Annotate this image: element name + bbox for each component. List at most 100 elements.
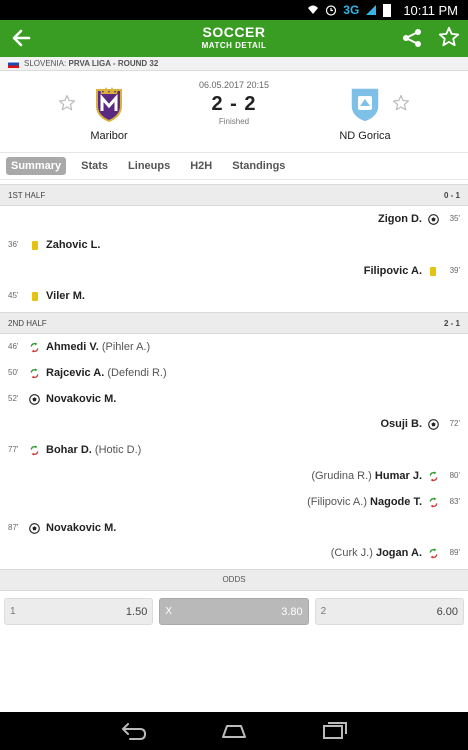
incident-player: Viler M. <box>46 290 85 302</box>
battery-icon <box>383 3 392 17</box>
odds-away-win[interactable]: 2 6.00 <box>314 598 464 625</box>
incident-player: Ahmedi V. (Pihler A.) <box>46 341 150 353</box>
incident-row[interactable]: 35' Zigon D. <box>0 207 468 233</box>
player-name: Novakovic M. <box>46 521 117 534</box>
home-team-name[interactable]: Maribor <box>49 130 169 142</box>
incident-row[interactable]: 52' Novakovic M. <box>0 387 468 413</box>
incident-minute: 83' <box>449 496 460 506</box>
incident-player: Zigon D. <box>378 213 422 225</box>
incident-player: Novakovic M. <box>46 393 116 405</box>
goal-ball-icon <box>428 214 439 225</box>
nav-home-icon[interactable] <box>219 721 249 741</box>
tab-standings[interactable]: Standings <box>227 157 290 175</box>
tab-lineups[interactable]: Lineups <box>123 157 175 175</box>
yellow-card-icon <box>430 266 436 276</box>
away-team-name[interactable]: ND Gorica <box>305 130 425 142</box>
incident-row[interactable]: 36' Zahovic L. <box>0 233 468 259</box>
odds-value: 6.00 <box>436 605 458 618</box>
player-name: Jogan A. <box>375 547 422 560</box>
player-name: Osuji B. <box>380 418 422 431</box>
incident-player: Zahovic L. <box>46 239 100 251</box>
odds-key: 2 <box>320 606 327 617</box>
first-half-label: 1ST HALF <box>8 190 46 200</box>
incident-row[interactable]: 77' Bohar D. (Hotic D.) <box>0 438 468 464</box>
goal-ball-icon <box>428 419 439 431</box>
incident-player: (Curk J.) Jogan A. <box>331 547 422 559</box>
second-half-score: 2 - 1 <box>443 318 460 328</box>
incident-row[interactable]: 39' Filipovic A. <box>0 259 468 285</box>
incident-row[interactable]: 50' Rajcevic A. (Defendi R.) <box>0 361 468 387</box>
first-half-header: 1ST HALF 0 - 1 <box>0 184 468 206</box>
goal-ball-icon <box>29 393 40 405</box>
player-name: Rajcevic A. <box>46 366 105 379</box>
incident-player: Osuji B. <box>380 418 422 430</box>
substitution-icon <box>30 342 39 353</box>
tab-summary[interactable]: Summary <box>6 157 67 175</box>
incident-row[interactable]: 83' (Filipovic A.) Nagode T. <box>0 490 468 516</box>
substituted-player: (Pihler A.) <box>101 341 151 353</box>
tab-stats[interactable]: Stats <box>76 157 113 175</box>
substitution-icon <box>30 445 39 456</box>
incident-row[interactable]: 89' (Curk J.) Jogan A. <box>0 541 468 567</box>
app-header: SOCCER MATCH DETAIL <box>0 20 468 57</box>
incident-row[interactable]: 80' (Grudina R.) Humar J. <box>0 464 468 490</box>
page-subtitle: MATCH DETAIL <box>201 41 267 50</box>
incident-minute: 36' <box>8 239 19 249</box>
second-half-label: 2ND HALF <box>8 318 47 328</box>
incident-player: (Grudina R.) Humar J. <box>311 470 422 482</box>
substitution-icon <box>429 471 438 482</box>
wifi-icon <box>308 5 319 14</box>
nav-back-icon[interactable] <box>118 721 148 741</box>
match-header: Maribor 06.05.2017 20:15 2 - 2 Finished … <box>0 72 468 152</box>
odds-draw[interactable]: X 3.80 <box>159 598 309 625</box>
slovenia-flag-icon <box>8 59 19 68</box>
page-title: SOCCER <box>202 24 266 40</box>
player-name: Humar J. <box>374 470 422 482</box>
league-bar[interactable]: SLOVENIA: PRVA LIGA - ROUND 32 <box>0 57 468 71</box>
favorite-star-icon[interactable] <box>438 26 460 48</box>
signal-icon <box>366 5 377 15</box>
odds-header: ODDS <box>0 569 468 591</box>
substitution-icon <box>429 497 438 508</box>
odds-home-win[interactable]: 1 1.50 <box>4 598 154 625</box>
incident-row[interactable]: 45' Viler M. <box>0 284 468 310</box>
player-name: Ahmedi V. <box>46 341 99 353</box>
clock: 10:11 PM <box>403 2 458 18</box>
goal-ball-icon <box>29 522 40 534</box>
incident-player: Rajcevic A. (Defendi R.) <box>46 367 167 379</box>
player-name: Nagode T. <box>370 495 422 508</box>
first-half-score: 0 - 1 <box>443 190 460 200</box>
incident-minute: 87' <box>8 522 19 532</box>
incident-row[interactable]: 46' Ahmedi V. (Pihler A.) <box>0 335 468 361</box>
substitution-icon <box>30 368 39 379</box>
network-type: 3G <box>343 3 360 17</box>
second-half-header: 2ND HALF 2 - 1 <box>0 312 468 334</box>
tab-h2h[interactable]: H2H <box>185 157 217 175</box>
nd-gorica-logo-icon[interactable] <box>345 84 385 124</box>
incident-row[interactable]: 87' Novakovic M. <box>0 516 468 542</box>
incident-minute: 46' <box>8 342 19 351</box>
nav-recents-icon[interactable] <box>320 721 350 741</box>
substituted-player: (Hotic D.) <box>94 444 142 457</box>
player-name: Novakovic M. <box>46 392 117 405</box>
yellow-card-icon <box>32 292 38 302</box>
incident-player: Filipovic A. <box>364 265 422 277</box>
incident-minute: 45' <box>8 291 19 301</box>
incident-minute: 72' <box>449 419 460 429</box>
incident-player: Bohar D. (Hotic D.) <box>46 444 141 456</box>
incident-row[interactable]: 72' Osuji B. <box>0 412 468 438</box>
odds-key: X <box>165 606 172 617</box>
incident-minute: 77' <box>8 445 19 455</box>
detail-tabs: Summary Stats Lineups H2H Standings <box>0 152 468 180</box>
incident-minute: 39' <box>449 265 460 275</box>
away-favorite-star-icon[interactable] <box>392 94 410 112</box>
league-name: PRVA LIGA - ROUND 32 <box>68 59 159 68</box>
odds-value: 1.50 <box>125 605 148 618</box>
player-name: Zigon D. <box>378 213 422 225</box>
substituted-player: (Curk J.) <box>330 547 373 560</box>
player-name: Viler M. <box>46 290 85 303</box>
yellow-card-icon <box>32 240 38 250</box>
incident-minute: 50' <box>8 367 19 377</box>
substituted-player: (Grudina R.) <box>311 470 372 482</box>
share-icon[interactable] <box>402 28 422 48</box>
